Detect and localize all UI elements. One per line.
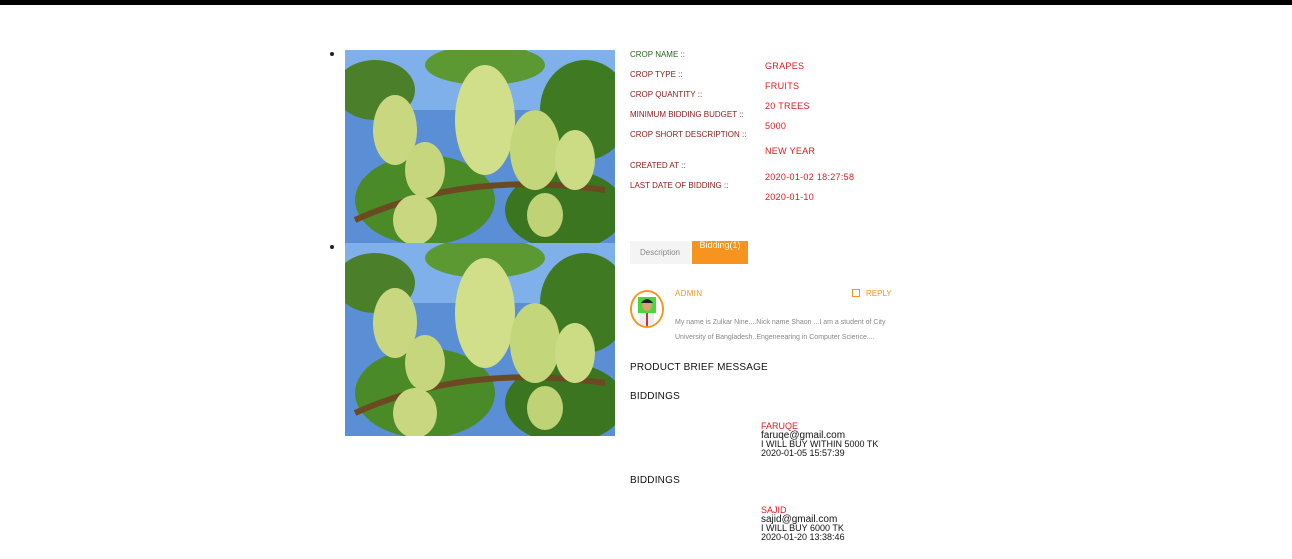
product-brief-title: PRODUCT BRIEF MESSAGE bbox=[630, 362, 768, 373]
biddings-heading: BIDDINGS bbox=[630, 391, 680, 402]
grapes-photo[interactable] bbox=[345, 243, 615, 436]
top-bar bbox=[0, 0, 1292, 5]
crop-name-value: GRAPES bbox=[765, 61, 805, 71]
biddings-heading: BIDDINGS bbox=[630, 475, 680, 486]
last-bidding-date-label: LAST DATE OF BIDDING :: bbox=[630, 181, 729, 190]
created-at-label: CREATED AT :: bbox=[630, 161, 686, 170]
tab-bidding[interactable]: Bidding(1) bbox=[692, 241, 748, 264]
last-bidding-date-value: 2020-01-10 bbox=[765, 192, 815, 202]
minimum-budget-value: 5000 bbox=[765, 121, 787, 131]
comment-author[interactable]: ADMIN bbox=[675, 289, 702, 298]
crop-quantity-value: 20 TREES bbox=[765, 101, 810, 111]
minimum-budget-label: MINIMUM BIDDING BUDGET :: bbox=[630, 110, 744, 119]
image-list-item bbox=[330, 243, 615, 436]
crop-description-value: NEW YEAR bbox=[765, 146, 816, 156]
crop-quantity-label: CROP QUANTITY :: bbox=[630, 90, 703, 99]
crop-type-label: CROP TYPE :: bbox=[630, 70, 683, 79]
grapes-photo[interactable] bbox=[345, 50, 615, 243]
bidding-entry: SAJID sajid@gmail.com I WILL BUY 6000 TK… bbox=[761, 506, 845, 542]
list-bullet bbox=[330, 245, 334, 249]
crop-name-label: CROP NAME :: bbox=[630, 50, 685, 59]
tab-description[interactable]: Description bbox=[630, 241, 690, 264]
user-avatar bbox=[630, 290, 664, 328]
bid-date: 2020-01-05 15:57:39 bbox=[761, 448, 845, 458]
created-at-value: 2020-01-02 18:27:58 bbox=[765, 172, 855, 182]
list-bullet bbox=[330, 52, 334, 56]
crop-type-value: FRUITS bbox=[765, 81, 800, 91]
image-list-item bbox=[330, 50, 615, 243]
comment-text: My name is Zulkar Nine....Nick name Shao… bbox=[675, 319, 886, 341]
bid-date: 2020-01-20 13:38:46 bbox=[761, 532, 845, 542]
crop-description-label: CROP SHORT DESCRIPTION :: bbox=[630, 130, 747, 139]
reply-icon bbox=[852, 289, 860, 297]
reply-button[interactable]: REPLY bbox=[852, 288, 892, 298]
product-image-list bbox=[330, 50, 615, 436]
reply-label: REPLY bbox=[866, 289, 892, 298]
bidding-entry: FARUQE faruqe@gmail.com I WILL BUY WITHI… bbox=[761, 422, 878, 458]
